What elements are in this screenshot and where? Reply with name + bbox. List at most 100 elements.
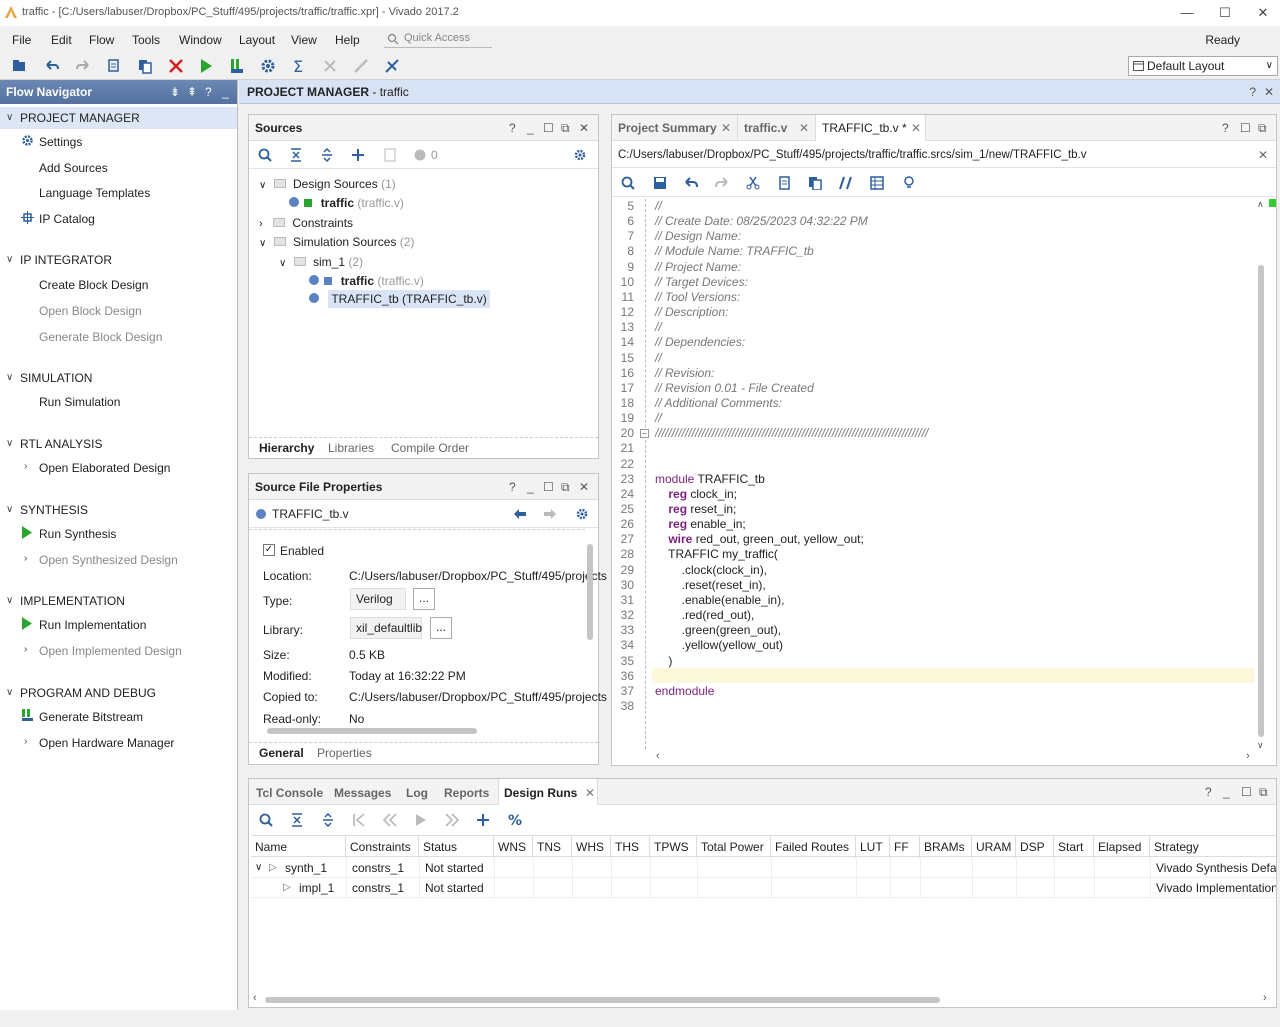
tab-traffic-v[interactable]: traffic.v ✕ (738, 115, 816, 141)
tab-reports[interactable]: Reports (444, 786, 489, 800)
col-brams[interactable]: BRAMs (920, 836, 972, 858)
section-implementation[interactable]: ∨ IMPLEMENTATION (0, 590, 237, 612)
tab-properties[interactable]: Properties (317, 746, 372, 760)
scroll-left-icon[interactable]: ‹ (656, 750, 660, 762)
col-dsp[interactable]: DSP (1016, 836, 1054, 858)
tab-project-summary[interactable]: Project Summary ✕ (612, 115, 738, 141)
menu-layout[interactable]: Layout (239, 33, 275, 47)
vertical-scrollbar[interactable] (587, 532, 595, 722)
scroll-right-icon[interactable]: › (1263, 992, 1267, 1004)
generate-bitstream-icon[interactable] (228, 57, 246, 75)
col-wns[interactable]: WNS (494, 836, 533, 858)
collapse-all-icon[interactable] (290, 813, 304, 827)
menu-help[interactable]: Help (335, 33, 360, 47)
paste-icon[interactable] (136, 57, 154, 75)
probe-icon[interactable] (352, 57, 370, 75)
play-icon[interactable] (414, 813, 428, 827)
copy-icon[interactable] (777, 176, 791, 190)
nav-open-hardware-manager[interactable]: Open Hardware Manager (39, 736, 174, 750)
sigma-icon[interactable]: Σ (290, 57, 308, 75)
editor-horizontal-scrollbar[interactable]: ‹ › (652, 750, 1252, 764)
gear-icon[interactable] (573, 148, 587, 162)
tree-traffic-sim[interactable]: traffic (traffic.v) (309, 274, 424, 288)
redo-icon[interactable] (74, 57, 92, 75)
nav-settings[interactable]: Settings (39, 135, 82, 149)
close-icon[interactable]: ✕ (799, 115, 809, 141)
undo-icon[interactable] (43, 57, 61, 75)
float-icon[interactable]: ⧉ (1258, 121, 1267, 136)
quick-access-input[interactable]: Quick Access (384, 30, 492, 48)
scroll-up-icon[interactable]: ∧ (1257, 199, 1264, 210)
col-status[interactable]: Status (419, 836, 494, 858)
help-icon[interactable]: ? (1205, 785, 1212, 799)
section-synthesis[interactable]: ∨ SYNTHESIS (0, 499, 237, 521)
open-project-icon[interactable] (11, 57, 29, 75)
table-row[interactable]: ▷ impl_1 constrs_1 Not started Vivado Im… (251, 878, 1276, 898)
section-project-manager[interactable]: ∨ PROJECT MANAGER (0, 107, 237, 129)
comment-icon[interactable] (839, 176, 853, 190)
maximize-icon[interactable]: ☐ (1241, 785, 1252, 799)
nav-run-synthesis[interactable]: Run Synthesis (39, 527, 116, 541)
col-name[interactable]: Name (251, 836, 346, 858)
maximize-icon[interactable]: ☐ (543, 474, 554, 500)
fold-toggle-icon[interactable]: − (640, 429, 649, 439)
maximize-icon[interactable]: ☐ (1240, 121, 1251, 135)
nav-generate-block-design[interactable]: Generate Block Design (39, 330, 162, 344)
settings-gear-icon[interactable] (259, 57, 277, 75)
debug-icon[interactable] (321, 57, 339, 75)
col-strategy[interactable]: Strategy (1150, 836, 1276, 858)
col-start[interactable]: Start (1054, 836, 1094, 858)
gear-icon[interactable] (575, 507, 589, 521)
col-ths[interactable]: THS (611, 836, 650, 858)
float-icon[interactable]: ⧉ (561, 474, 570, 500)
redo-icon[interactable] (715, 176, 729, 190)
tab-traffic-tb-v[interactable]: TRAFFIC_tb.v * ✕ (816, 115, 926, 141)
search-icon[interactable] (258, 148, 272, 162)
chevron-right-icon[interactable]: › (24, 461, 27, 472)
section-simulation[interactable]: ∨ SIMULATION (0, 367, 237, 389)
scroll-left-icon[interactable]: ‹ (253, 992, 257, 1004)
nav-open-implemented-design[interactable]: Open Implemented Design (39, 644, 182, 658)
section-program-and-debug[interactable]: ∨ PROGRAM AND DEBUG (0, 682, 237, 704)
type-ellipsis-button[interactable]: ... (413, 588, 435, 610)
menu-file[interactable]: File (12, 33, 31, 47)
properties-icon[interactable] (383, 148, 397, 162)
col-tpws[interactable]: TPWS (650, 836, 697, 858)
layout-select[interactable]: Default Layout ∨ (1128, 56, 1278, 76)
tool-cross-icon[interactable] (383, 57, 401, 75)
undo-icon[interactable] (684, 176, 698, 190)
help-icon[interactable]: ? (1249, 80, 1256, 104)
tree-traffic-design[interactable]: traffic (traffic.v) (289, 196, 404, 210)
col-uram[interactable]: URAM (972, 836, 1016, 858)
copy-icon[interactable] (105, 57, 123, 75)
col-elapsed[interactable]: Elapsed (1094, 836, 1150, 858)
nav-add-sources[interactable]: Add Sources (39, 161, 108, 175)
help-icon[interactable]: ? (1222, 121, 1229, 135)
col-total-power[interactable]: Total Power (697, 836, 771, 858)
horizontal-scrollbar[interactable] (253, 728, 583, 736)
nav-generate-bitstream[interactable]: Generate Bitstream (39, 710, 143, 724)
col-whs[interactable]: WHS (572, 836, 611, 858)
float-icon[interactable]: ⧉ (1259, 785, 1268, 800)
tab-tcl-console[interactable]: Tcl Console (256, 786, 323, 800)
section-ip-integrator[interactable]: ∨ IP INTEGRATOR (0, 249, 237, 271)
nav-run-simulation[interactable]: Run Simulation (39, 395, 120, 409)
collapse-all-icon[interactable] (289, 148, 303, 162)
close-icon[interactable]: ✕ (911, 115, 921, 141)
maximize-button[interactable]: ☐ (1216, 4, 1234, 22)
expand-all-icon[interactable] (321, 813, 335, 827)
float-icon[interactable]: ⧉ (561, 115, 570, 141)
close-icon[interactable]: ✕ (579, 474, 589, 500)
expand-all-icon[interactable] (320, 148, 334, 162)
maximize-icon[interactable]: ☐ (543, 115, 554, 141)
back-arrow-icon[interactable] (513, 508, 527, 520)
close-icon[interactable]: ✕ (1258, 148, 1268, 162)
nav-open-elaborated-design[interactable]: Open Elaborated Design (39, 461, 170, 475)
tab-general[interactable]: General (259, 746, 304, 760)
close-icon[interactable]: ✕ (721, 115, 731, 141)
menu-view[interactable]: View (291, 33, 317, 47)
help-icon[interactable]: ? (205, 80, 212, 104)
scrollbar-thumb[interactable] (1258, 265, 1264, 737)
tab-hierarchy[interactable]: Hierarchy (259, 441, 315, 455)
menu-window[interactable]: Window (179, 33, 222, 47)
